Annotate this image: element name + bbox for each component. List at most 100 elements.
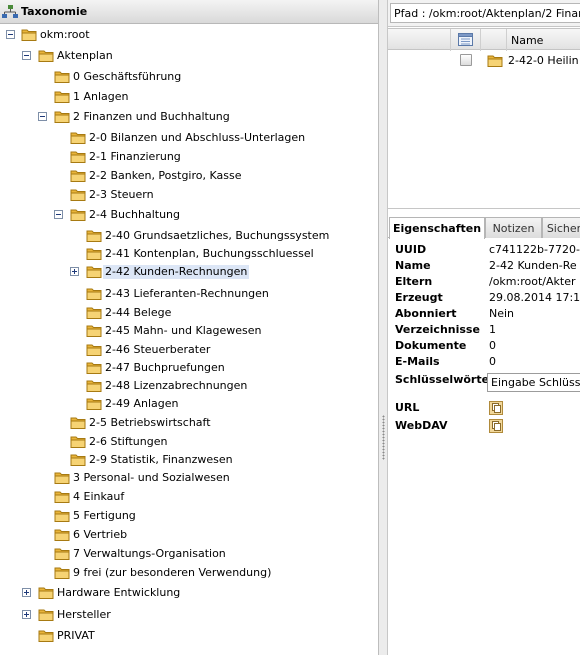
tree-node-label[interactable]: 2-49 Anlagen	[103, 397, 180, 411]
tree-node-label[interactable]: 2-6 Stiftungen	[87, 435, 169, 449]
expand-icon[interactable]	[22, 610, 31, 619]
tree-node[interactable]: Aktenplan	[0, 48, 378, 64]
tree-node-label[interactable]: okm:root	[38, 28, 92, 42]
keywords-input[interactable]: Eingabe Schlüsselwort	[487, 373, 580, 392]
collapse-icon[interactable]	[22, 51, 31, 60]
file-name[interactable]: 2-42-0 Heilin	[508, 54, 579, 67]
tree-node[interactable]: 2-3 Steuern	[0, 187, 378, 203]
tab-eigenschaften[interactable]: Eigenschaften	[389, 217, 485, 239]
tree-node[interactable]: 2 Finanzen und Buchhaltung	[0, 109, 378, 125]
tree-node[interactable]: 2-45 Mahn- und Klagewesen	[0, 323, 378, 339]
tree-node-label[interactable]: 2-2 Banken, Postgiro, Kasse	[87, 169, 243, 183]
panel-splitter[interactable]	[378, 0, 388, 655]
splitter-grip[interactable]	[382, 415, 385, 460]
tree-node[interactable]: PRIVAT	[0, 628, 378, 644]
tree-node-label[interactable]: 2-41 Kontenplan, Buchungsschluessel	[103, 247, 316, 261]
tree-node[interactable]: 2-0 Bilanzen und Abschluss-Unterlagen	[0, 130, 378, 146]
tree-node[interactable]: 2-1 Finanzierung	[0, 149, 378, 165]
tree-node-label[interactable]: 2-4 Buchhaltung	[87, 208, 182, 222]
tree-node[interactable]: 2-4 Buchhaltung	[0, 207, 378, 223]
tree-node[interactable]: Hersteller	[0, 607, 378, 623]
tree-node[interactable]: 2-44 Belege	[0, 305, 378, 321]
folder-icon	[38, 609, 54, 621]
folder-icon	[70, 151, 86, 163]
tree-node-label[interactable]: 2-42 Kunden-Rechnungen	[103, 265, 250, 279]
tree-node-label[interactable]: 3 Personal- und Sozialwesen	[71, 471, 232, 485]
tree-node[interactable]: 2-40 Grundsaetzliches, Buchungssystem	[0, 228, 378, 244]
folder-icon	[54, 567, 70, 579]
tree-node[interactable]: 7 Verwaltungs-Organisation	[0, 546, 378, 562]
tree-node-label[interactable]: 2-46 Steuerberater	[103, 343, 212, 357]
folder-icon	[54, 91, 70, 103]
collapse-icon[interactable]	[54, 210, 63, 219]
copy-url-icon[interactable]	[489, 401, 503, 415]
tree-node-label[interactable]: 2-48 Lizenzabrechnungen	[103, 379, 249, 393]
tree-node[interactable]: 2-42 Kunden-Rechnungen	[0, 264, 378, 280]
tree-node-label[interactable]: 2-1 Finanzierung	[87, 150, 183, 164]
expand-icon[interactable]	[22, 588, 31, 597]
tree-node-label[interactable]: Aktenplan	[55, 49, 115, 63]
tree-node[interactable]: 0 Geschäftsführung	[0, 69, 378, 85]
collapse-icon[interactable]	[6, 30, 15, 39]
tree-node[interactable]: 2-49 Anlagen	[0, 396, 378, 412]
folder-icon	[86, 344, 102, 356]
tree-node[interactable]: 2-5 Betriebswirtschaft	[0, 415, 378, 431]
tree-node-label[interactable]: 2-47 Buchpruefungen	[103, 361, 227, 375]
property-value: Nein	[489, 307, 515, 320]
tree-node-label[interactable]: Hersteller	[55, 608, 113, 622]
tree-node[interactable]: okm:root	[0, 27, 378, 43]
tree-node[interactable]: 1 Anlagen	[0, 89, 378, 105]
url-label: URL	[395, 401, 420, 414]
tree-node[interactable]: 4 Einkauf	[0, 489, 378, 505]
column-header-name[interactable]: Name	[511, 34, 543, 47]
tree-node-label[interactable]: 5 Fertigung	[71, 509, 138, 523]
property-row: UUID c741122b-7720-	[388, 243, 580, 259]
tab-sicherheit[interactable]: Sicher	[542, 217, 580, 238]
row-checkbox[interactable]	[460, 54, 472, 66]
tree-node-label[interactable]: 6 Vertrieb	[71, 528, 129, 542]
tree-node[interactable]: 2-2 Banken, Postgiro, Kasse	[0, 168, 378, 184]
tree-node-label[interactable]: 2-45 Mahn- und Klagewesen	[103, 324, 264, 338]
property-key: Eltern	[395, 275, 433, 288]
collapse-icon[interactable]	[38, 112, 47, 121]
property-value: /okm:root/Akter	[489, 275, 576, 288]
tree-node[interactable]: 9 frei (zur besonderen Verwendung)	[0, 565, 378, 581]
folder-icon	[86, 288, 102, 300]
tree-node-label[interactable]: 9 frei (zur besonderen Verwendung)	[71, 566, 273, 580]
tree-node[interactable]: 2-46 Steuerberater	[0, 342, 378, 358]
tree-node[interactable]: 2-43 Lieferanten-Rechnungen	[0, 286, 378, 302]
tree-node-label[interactable]: 4 Einkauf	[71, 490, 126, 504]
tree-node[interactable]: 2-48 Lizenzabrechnungen	[0, 378, 378, 394]
expand-icon[interactable]	[70, 267, 79, 276]
tree-node-label[interactable]: 2-40 Grundsaetzliches, Buchungssystem	[103, 229, 331, 243]
tree-node[interactable]: 5 Fertigung	[0, 508, 378, 524]
property-key: Dokumente	[395, 339, 467, 352]
tree-node-label[interactable]: 2-3 Steuern	[87, 188, 156, 202]
tree-node[interactable]: 2-9 Statistik, Finanzwesen	[0, 452, 378, 468]
tree-node-label[interactable]: 2 Finanzen und Buchhaltung	[71, 110, 232, 124]
column-separator	[450, 29, 451, 51]
tree-node-label[interactable]: 2-0 Bilanzen und Abschluss-Unterlagen	[87, 131, 307, 145]
tree-node[interactable]: 2-6 Stiftungen	[0, 434, 378, 450]
path-field[interactable]: Pfad : /okm:root/Aktenplan/2 Finanzen un…	[390, 3, 580, 23]
tree-node-label[interactable]: 2-9 Statistik, Finanzwesen	[87, 453, 235, 467]
tree-node-label[interactable]: 1 Anlagen	[71, 90, 131, 104]
tree-node[interactable]: Hardware Entwicklung	[0, 585, 378, 601]
tab-notizen[interactable]: Notizen	[485, 217, 542, 238]
tree-node-label[interactable]: 2-43 Lieferanten-Rechnungen	[103, 287, 271, 301]
tree-node[interactable]: 3 Personal- und Sozialwesen	[0, 470, 378, 486]
folder-icon	[38, 587, 54, 599]
tree-node-label[interactable]: Hardware Entwicklung	[55, 586, 182, 600]
tree-node[interactable]: 2-41 Kontenplan, Buchungsschluessel	[0, 246, 378, 262]
tree-node-label[interactable]: 2-44 Belege	[103, 306, 173, 320]
copy-webdav-icon[interactable]	[489, 419, 503, 433]
tree-node-label[interactable]: 2-5 Betriebswirtschaft	[87, 416, 213, 430]
column-chooser-icon[interactable]	[458, 33, 473, 46]
property-row: E-Mails 0	[388, 355, 580, 371]
file-list-row[interactable]: 2-42-0 Heilin	[388, 52, 580, 70]
tree-node[interactable]: 2-47 Buchpruefungen	[0, 360, 378, 376]
tree-node-label[interactable]: 0 Geschäftsführung	[71, 70, 183, 84]
tree-node-label[interactable]: 7 Verwaltungs-Organisation	[71, 547, 228, 561]
tree-node[interactable]: 6 Vertrieb	[0, 527, 378, 543]
tree-node-label[interactable]: PRIVAT	[55, 629, 97, 643]
